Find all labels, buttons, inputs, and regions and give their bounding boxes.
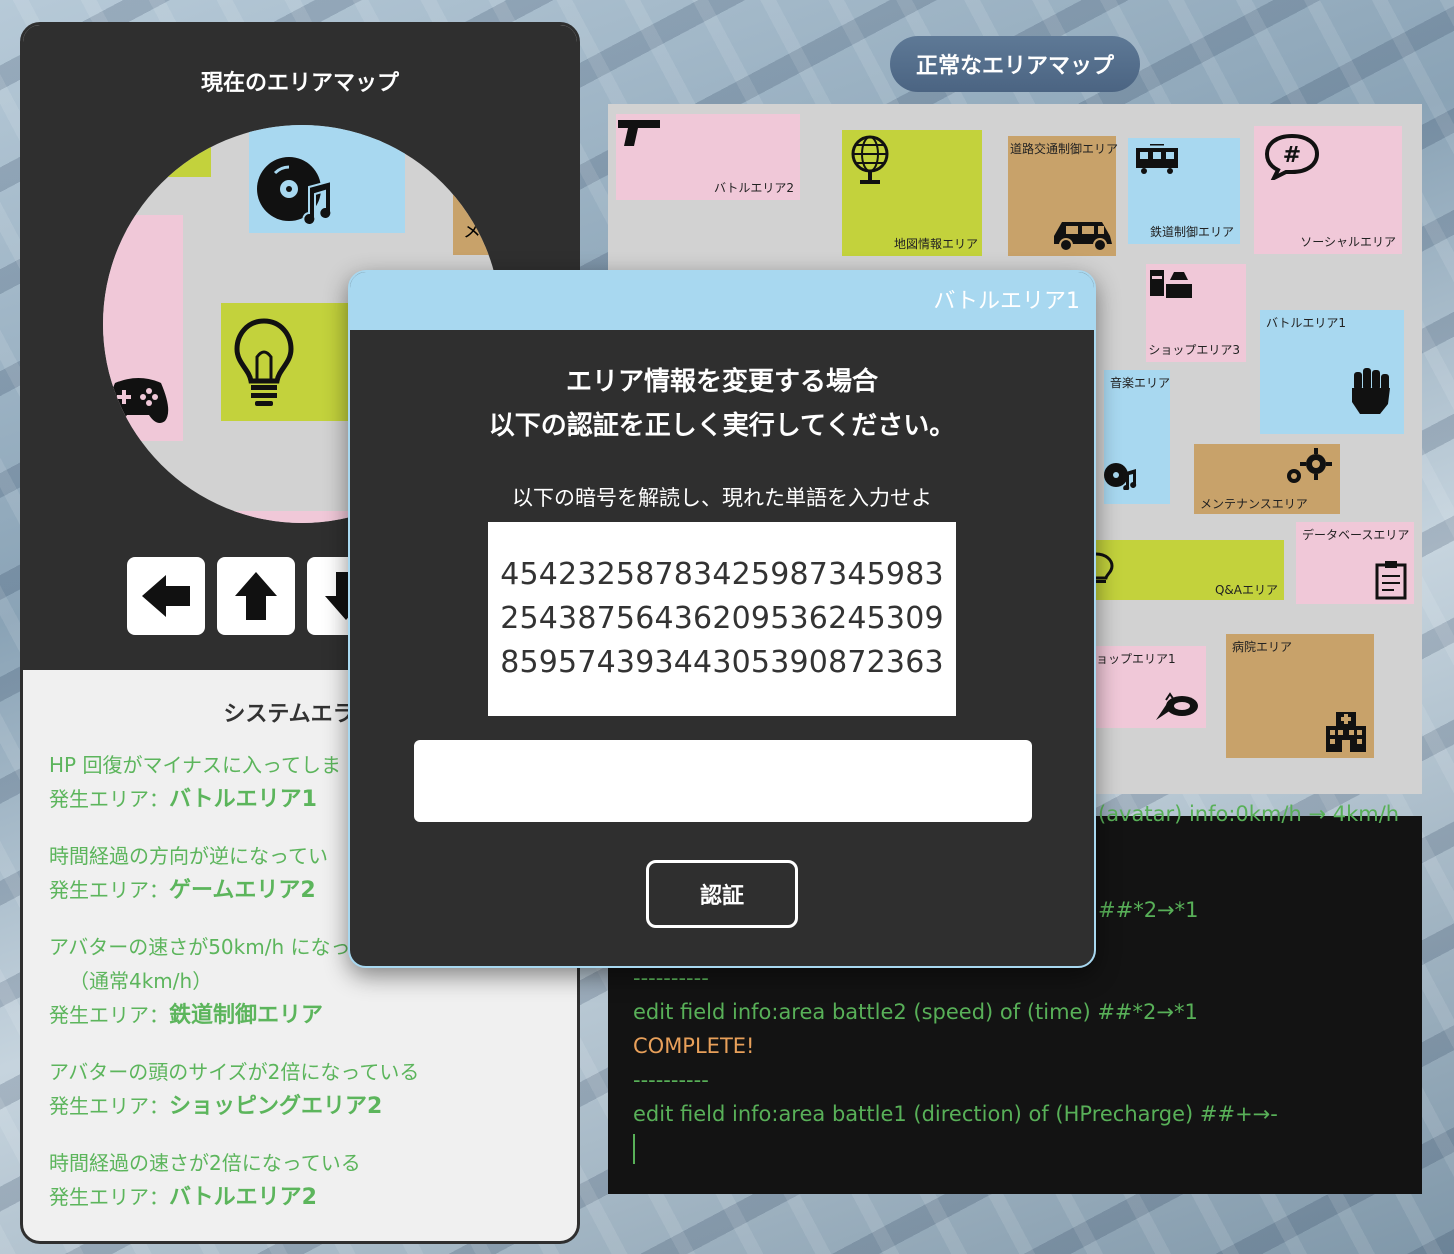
arrow-up-icon [235, 572, 277, 620]
error-area-prefix: 発生エリア： [49, 1003, 169, 1027]
tile-label: ョップエリア1 [1096, 652, 1176, 666]
globe-icon [851, 135, 889, 184]
normal-map-badge: 正常なエリアマップ [890, 36, 1140, 92]
arrow-left-icon [142, 575, 190, 617]
console-separator: ---------- [633, 966, 709, 990]
tile-music[interactable]: 音楽エリア [1104, 370, 1170, 504]
gears-icon [1287, 448, 1332, 483]
hashtag-chat-icon: # [1264, 133, 1320, 180]
tile-map-info[interactable]: 地図情報エリア [842, 130, 982, 256]
tile-label: 鉄道制御エリア [1149, 225, 1234, 239]
error-item: アバターの頭のサイズが2倍になっている 発生エリア：ショッピングエリア2 [49, 1055, 551, 1124]
error-desc: アバターの頭のサイズが2倍になっている [49, 1060, 420, 1084]
clipboard-icon [1375, 561, 1407, 600]
cipher-line: 85957439344305390872363 [500, 645, 944, 680]
error-area: 発生エリア：鉄道制御エリア [49, 998, 551, 1033]
pistol-icon [618, 120, 660, 146]
tile-label: ソーシャルエリア [1300, 235, 1396, 249]
console-complete: COMPLETE! [633, 1034, 755, 1058]
tile-qa[interactable]: Q&Aエリア [1096, 540, 1284, 600]
console-cursor [633, 1134, 635, 1164]
tile-label: メンテナンスエリア [1200, 497, 1308, 511]
fist-icon [1352, 368, 1390, 414]
auth-modal: バトルエリア1 エリア情報を変更する場合 以下の認証を正しく実行してください。 … [348, 270, 1096, 968]
error-area-name: バトルエリア1 [169, 787, 317, 812]
current-map-title: 現在のエリアマップ [200, 71, 399, 96]
shop-icon [1150, 270, 1192, 298]
gamepad-icon [107, 378, 169, 423]
train-icon [1136, 144, 1178, 174]
authenticate-button[interactable]: 認証 [646, 860, 798, 928]
error-area: 発生エリア：ショッピングエリア2 [49, 1089, 551, 1124]
error-item: 時間経過の速さが2倍になっている 発生エリア：バトルエリア2 [49, 1146, 551, 1215]
tile-social[interactable]: # ソーシャルエリア [1254, 126, 1402, 254]
error-area-prefix: 発生エリア： [49, 787, 169, 811]
tile-shop1[interactable]: ョップエリア1 [1096, 646, 1206, 728]
error-area: 発生エリア：バトルエリア2 [49, 1180, 551, 1215]
lightbulb-icon [1096, 552, 1114, 583]
error-area-name: バトルエリア2 [169, 1185, 317, 1210]
map-tile: メ [453, 195, 501, 255]
error-area-name: ショッピングエリア2 [169, 1094, 383, 1119]
map-tile-qa [221, 303, 351, 421]
error-area-prefix: 発生エリア： [49, 1185, 169, 1209]
console-separator: ---------- [633, 1068, 709, 1092]
tile-battle1[interactable]: バトルエリア1 [1260, 310, 1404, 434]
car-icon [1054, 222, 1112, 252]
answer-input[interactable] [414, 740, 1032, 822]
map-tile: ー [141, 125, 211, 177]
tile-maintenance[interactable]: メンテナンスエリア [1194, 444, 1340, 514]
cipher-line: 25438756436209536245309 [500, 601, 944, 636]
tile-battle2[interactable]: バトルエリア2 [616, 114, 800, 200]
lightbulb-icon [234, 318, 294, 406]
tile-hospital[interactable]: 病院エリア [1226, 634, 1374, 758]
tile-label: 道路交通制御エリア [1010, 142, 1119, 156]
error-area-name: 鉄道制御エリア [169, 1003, 324, 1028]
modal-message-line1: エリア情報を変更する場合 [565, 367, 878, 397]
nav-left-button[interactable] [127, 557, 205, 635]
error-desc-note: （通常4km/h） [69, 969, 213, 993]
modal-header: バトルエリア1 [350, 272, 1094, 330]
svg-text:#: # [1283, 143, 1301, 168]
tile-database[interactable]: データベースエリア [1296, 522, 1414, 604]
console-line: edit field info:area battle2 (speed) of … [633, 1000, 1198, 1024]
tile-road[interactable]: 道路交通制御エリア [1008, 136, 1119, 256]
console-line: edit field info:area battle1 (direction)… [633, 1102, 1278, 1126]
modal-message-line2: 以下の認証を正しく実行してください。 [488, 411, 956, 441]
map-tile-label: ー [191, 144, 205, 160]
map-tile-music [249, 125, 405, 233]
cipher-line: 45423258783425987345983 [500, 557, 944, 592]
music-disc-icon [1104, 463, 1137, 490]
music-disc-icon [257, 157, 333, 225]
hospital-icon [1326, 712, 1366, 752]
tile-label: Q&Aエリア [1214, 583, 1278, 597]
map-tile-game [103, 215, 183, 441]
tile-label: 音楽エリア [1110, 376, 1171, 390]
error-area-name: ゲームエリア2 [169, 878, 316, 903]
tile-label: 地図情報エリア [893, 237, 978, 251]
tile-label: ショップエリア3 [1148, 343, 1240, 357]
console-line: (avatar) info:0km/h → 4km/h [1098, 802, 1400, 826]
tile-shop3[interactable]: ショップエリア3 [1146, 264, 1246, 362]
map-tile-label: メ [463, 221, 481, 242]
error-desc: 時間経過の速さが2倍になっている [49, 1151, 361, 1175]
tile-railway[interactable]: 鉄道制御エリア [1128, 138, 1240, 244]
error-area-prefix: 発生エリア： [49, 1094, 169, 1118]
food-icon [1156, 692, 1198, 720]
cipher-box: 45423258783425987345983 2543875643620953… [488, 522, 956, 716]
tile-label: バトルエリア2 [714, 181, 794, 195]
nav-up-button[interactable] [217, 557, 295, 635]
error-area-prefix: 発生エリア： [49, 878, 169, 902]
tile-label: 病院エリア [1232, 640, 1293, 654]
tile-label: バトルエリア1 [1266, 316, 1346, 330]
modal-instruction: 以下の暗号を解読し、現れた単語を入力せよ [512, 486, 932, 510]
tile-label: データベースエリア [1302, 528, 1410, 542]
console-line: ##*2→*1 [1098, 898, 1199, 922]
